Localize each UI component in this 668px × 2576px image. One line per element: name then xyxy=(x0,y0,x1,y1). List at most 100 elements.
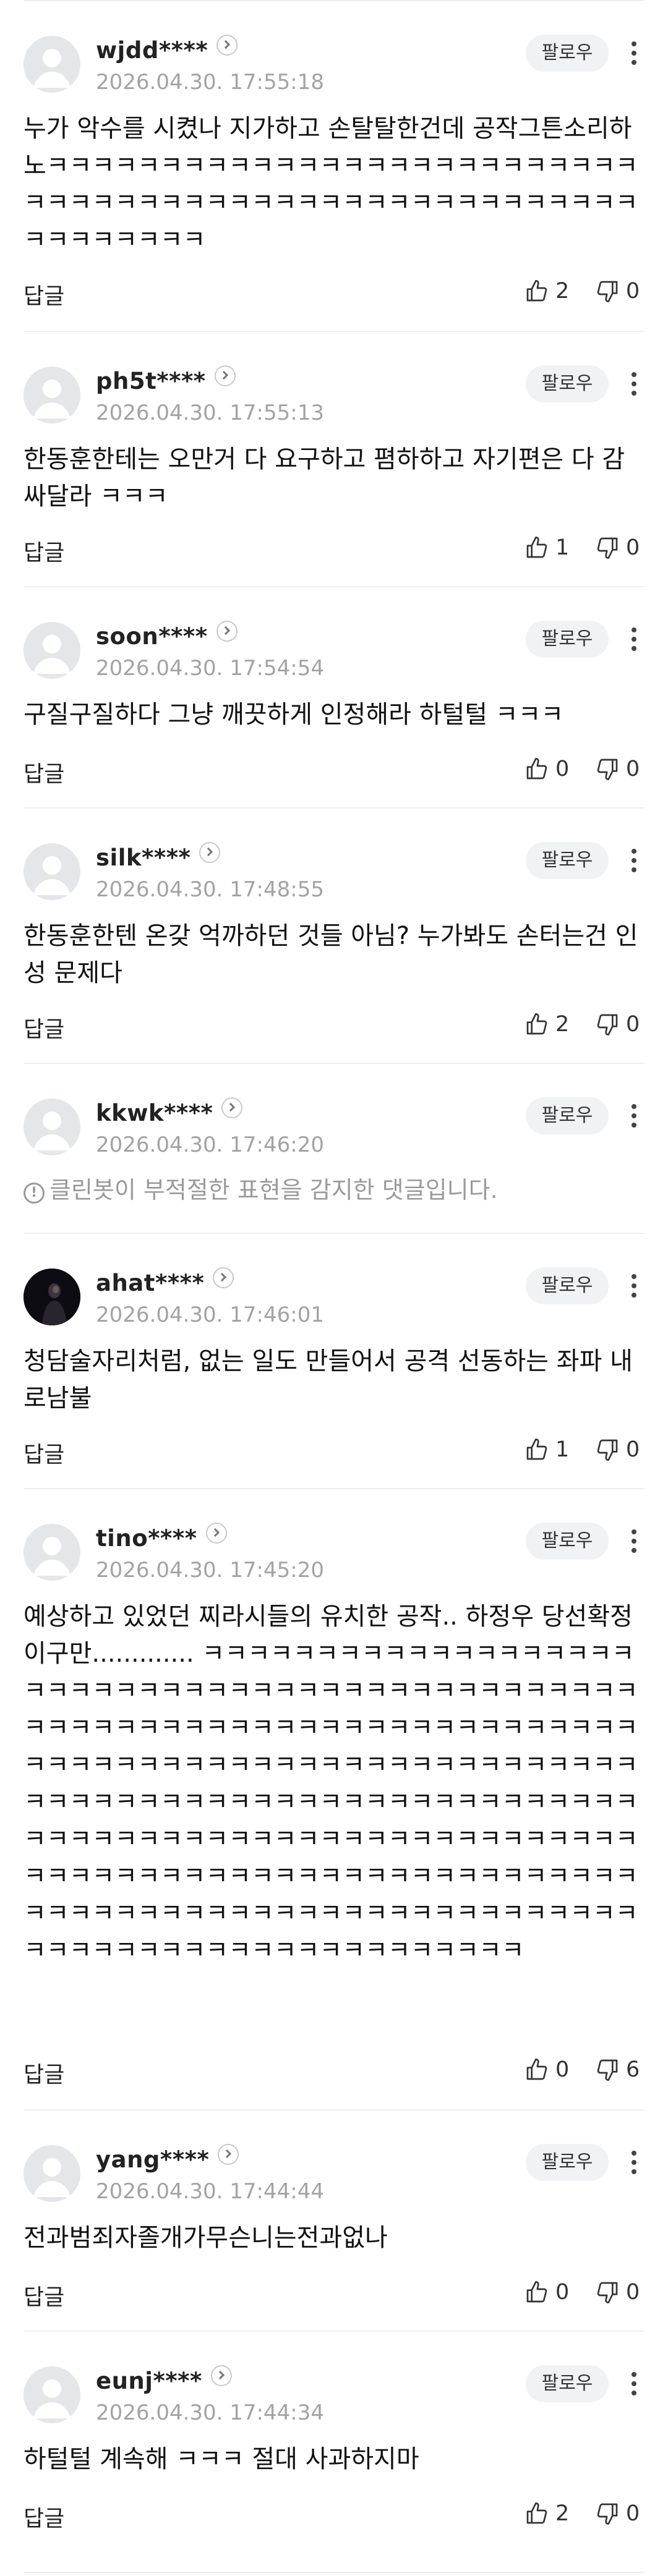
cleanbot-label[interactable]: 클린봇 xyxy=(49,1176,114,1204)
avatar[interactable] xyxy=(24,2366,80,2423)
reply-button[interactable]: 답글 xyxy=(24,1011,64,1044)
avatar[interactable] xyxy=(24,1099,80,1155)
dislike-button[interactable]: 0 xyxy=(595,754,640,784)
dislike-button[interactable]: 0 xyxy=(595,532,640,563)
profile-arrow-icon[interactable] xyxy=(214,365,236,386)
reply-button[interactable]: 답글 xyxy=(24,2279,64,2311)
follow-button[interactable]: 팔로우 xyxy=(526,35,609,72)
thumbs-up-icon xyxy=(526,1013,547,1035)
profile-arrow-icon[interactable] xyxy=(213,1267,234,1288)
username[interactable]: yang**** xyxy=(96,2144,239,2173)
more-options-icon[interactable] xyxy=(625,2369,643,2401)
follow-button[interactable]: 팔로우 xyxy=(526,2144,609,2181)
avatar[interactable] xyxy=(24,367,80,423)
profile-arrow-icon[interactable] xyxy=(218,2144,239,2165)
profile-arrow-icon[interactable] xyxy=(199,842,221,863)
dislike-button[interactable]: 0 xyxy=(595,2277,640,2308)
comment-item: kkwk**** 2026.04.30. 17:46:20 팔로우 ! 클린봇이 … xyxy=(0,1063,668,1233)
username-text: soon**** xyxy=(96,623,208,650)
reply-button[interactable]: 답글 xyxy=(24,278,64,310)
reply-button[interactable]: 답글 xyxy=(24,1437,64,1469)
dislike-button[interactable]: 0 xyxy=(595,2498,640,2529)
username-text: yang**** xyxy=(96,2146,210,2173)
thumbs-down-icon xyxy=(597,537,618,559)
dislike-button[interactable]: 0 xyxy=(595,1009,640,1040)
reply-button[interactable]: 답글 xyxy=(24,2057,64,2089)
profile-arrow-icon[interactable] xyxy=(216,621,238,642)
like-button[interactable]: 2 xyxy=(525,276,569,307)
avatar[interactable] xyxy=(24,843,80,900)
more-options-icon[interactable] xyxy=(625,624,643,657)
dislike-count: 0 xyxy=(626,1012,640,1037)
dislike-button[interactable]: 6 xyxy=(595,2054,640,2085)
like-button[interactable]: 0 xyxy=(525,2277,569,2308)
divider xyxy=(24,807,644,809)
comment-text: 구질구질하다 그냥 깨끗하게 인정해라 하털털 ㅋㅋㅋ xyxy=(24,700,564,729)
thumbs-up-icon xyxy=(526,537,547,558)
default-avatar-icon xyxy=(33,2379,71,2418)
avatar[interactable] xyxy=(24,1524,80,1581)
more-options-icon[interactable] xyxy=(625,846,643,878)
more-options-icon[interactable] xyxy=(625,369,643,401)
dislike-button[interactable]: 0 xyxy=(595,1434,640,1465)
like-button[interactable]: 0 xyxy=(525,2054,569,2085)
follow-button[interactable]: 팔로우 xyxy=(526,842,609,879)
like-button[interactable]: 1 xyxy=(525,1434,569,1465)
like-button[interactable]: 0 xyxy=(525,754,569,784)
avatar[interactable] xyxy=(24,36,80,93)
username[interactable]: tino**** xyxy=(96,1523,227,1552)
more-options-icon[interactable] xyxy=(625,1526,643,1558)
dislike-count: 0 xyxy=(626,279,640,304)
follow-button[interactable]: 팔로우 xyxy=(526,1267,609,1304)
username[interactable]: soon**** xyxy=(96,621,238,650)
reply-button[interactable]: 답글 xyxy=(24,756,64,788)
username-text: silk**** xyxy=(96,844,191,871)
profile-arrow-icon[interactable] xyxy=(221,1097,243,1118)
like-button[interactable]: 2 xyxy=(525,1009,569,1040)
avatar[interactable] xyxy=(24,1269,80,1325)
username[interactable]: ph5t**** xyxy=(96,365,236,394)
profile-arrow-icon[interactable] xyxy=(205,1523,227,1544)
username[interactable]: kkwk**** xyxy=(96,1097,243,1126)
reply-button[interactable]: 답글 xyxy=(24,535,64,567)
more-options-icon[interactable] xyxy=(625,1271,643,1303)
default-avatar-icon xyxy=(33,1537,71,1576)
avatar[interactable] xyxy=(24,622,80,679)
comment-text: 하털털 계속해 ㅋㅋㅋ 절대 사과하지마 xyxy=(24,2445,419,2473)
follow-button[interactable]: 팔로우 xyxy=(526,1097,609,1134)
comment-item: soon**** 2026.04.30. 17:54:54 팔로우 구질구질하다… xyxy=(0,586,668,807)
reply-button[interactable]: 답글 xyxy=(24,2501,64,2533)
username[interactable]: wjdd**** xyxy=(96,35,238,64)
follow-button[interactable]: 팔로우 xyxy=(526,1523,609,1560)
follow-button[interactable]: 팔로우 xyxy=(526,621,609,658)
thumbs-down-icon xyxy=(597,2503,618,2525)
profile-arrow-icon[interactable] xyxy=(216,35,238,56)
follow-button[interactable]: 팔로우 xyxy=(526,365,609,402)
comment-footer: 답글 0 0 xyxy=(0,750,668,787)
comment-footer: 답글 1 0 xyxy=(0,1430,668,1468)
divider xyxy=(24,586,644,587)
divider xyxy=(24,331,644,332)
divider xyxy=(24,2572,644,2573)
username[interactable]: silk**** xyxy=(96,842,221,871)
divider xyxy=(24,1488,644,1489)
more-options-icon[interactable] xyxy=(625,2148,643,2180)
avatar[interactable] xyxy=(24,2145,80,2202)
like-button[interactable]: 1 xyxy=(525,532,569,563)
profile-arrow-icon[interactable] xyxy=(210,2365,232,2386)
default-avatar-icon xyxy=(33,856,71,895)
like-button[interactable]: 2 xyxy=(525,2498,569,2529)
more-options-icon[interactable] xyxy=(625,38,643,70)
thumbs-up-icon xyxy=(526,1439,547,1460)
divider xyxy=(24,1063,644,1064)
username-text: ph5t**** xyxy=(96,368,206,394)
follow-button[interactable]: 팔로우 xyxy=(526,2365,609,2402)
comment-item: ahat**** 2026.04.30. 17:46:01 팔로우 청담술자리처… xyxy=(0,1233,668,1488)
more-options-icon[interactable] xyxy=(625,1101,643,1133)
comment-text: 전과범죄자졸개가무슨니는전과없나 xyxy=(24,2224,388,2252)
username[interactable]: eunj**** xyxy=(96,2365,232,2394)
dislike-button[interactable]: 0 xyxy=(595,276,640,307)
thumbs-up-icon xyxy=(526,2502,547,2524)
profile-photo-avatar xyxy=(24,1269,80,1325)
username[interactable]: ahat**** xyxy=(96,1267,234,1296)
